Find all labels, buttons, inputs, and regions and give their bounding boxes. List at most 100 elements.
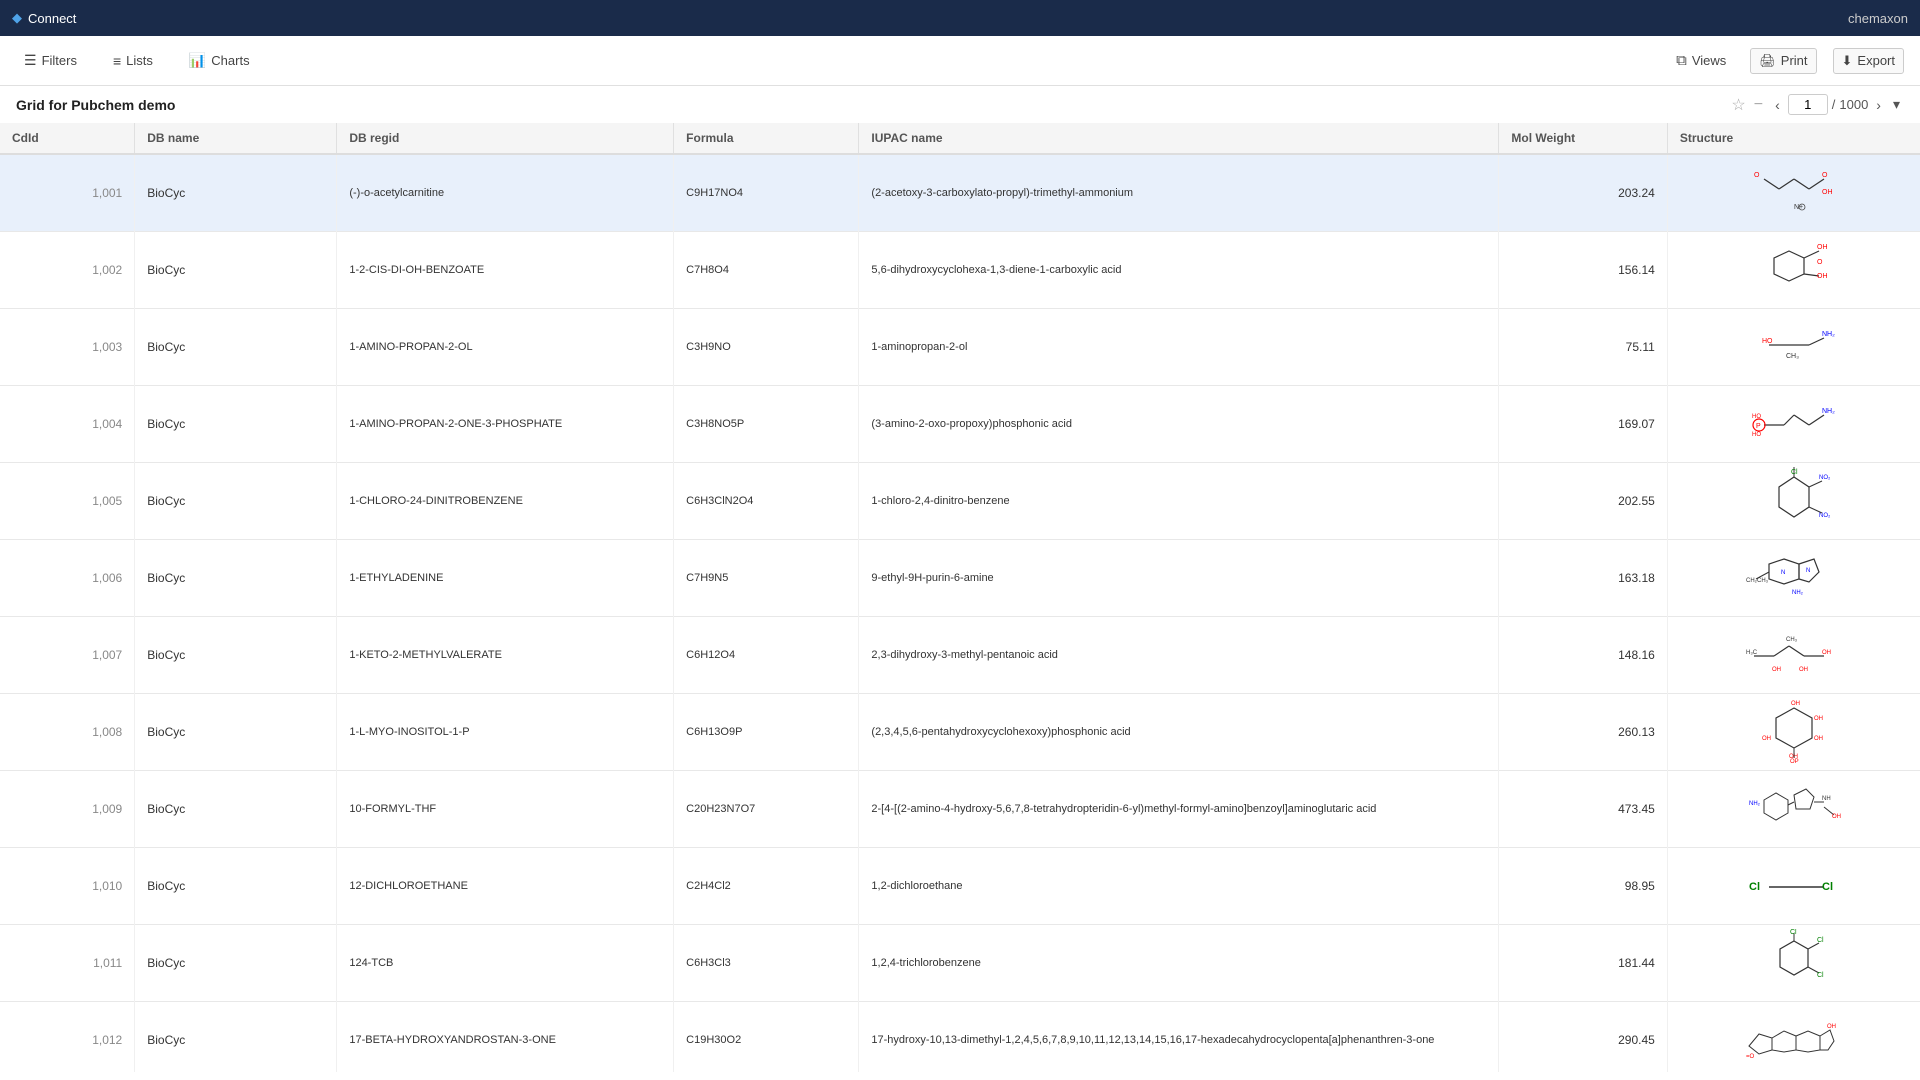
- print-button[interactable]: 🖨 Print: [1750, 48, 1816, 74]
- cell-molweight: 169.07: [1499, 386, 1667, 463]
- svg-text:O: O: [1822, 172, 1828, 179]
- app-name: Connect: [28, 11, 76, 26]
- svg-text:O: O: [1754, 172, 1760, 179]
- cell-dbregid: 1-CHLORO-24-DINITROBENZENE: [337, 463, 674, 540]
- svg-text:OH: OH: [1814, 736, 1823, 742]
- cell-structure: NH NH₂ OH: [1667, 771, 1920, 848]
- page-title: Grid for Pubchem demo: [16, 97, 175, 113]
- svg-text:NH: NH: [1822, 796, 1831, 802]
- page-dropdown-button[interactable]: ▾: [1889, 94, 1904, 115]
- table-row[interactable]: 1,006 BioCyc 1-ETHYLADENINE C7H9N5 9-eth…: [0, 540, 1920, 617]
- table-row[interactable]: 1,010 BioCyc 12-DICHLOROETHANE C2H4Cl2 1…: [0, 848, 1920, 925]
- favorite-button[interactable]: ☆: [1731, 95, 1745, 115]
- toolbar-right: ⧉ Views 🖨 Print ⬇ Export: [1668, 48, 1904, 74]
- cell-iupac: 2-[4-[(2-amino-4-hydroxy-5,6,7,8-tetrahy…: [859, 771, 1499, 848]
- cell-formula: C6H13O9P: [674, 694, 859, 771]
- cell-dbregid: 124-TCB: [337, 925, 674, 1002]
- prev-page-button[interactable]: ‹: [1771, 95, 1784, 115]
- table-row[interactable]: 1,008 BioCyc 1-L-MYO-INOSITOL-1-P C6H13O…: [0, 694, 1920, 771]
- export-button[interactable]: ⬇ Export: [1833, 48, 1904, 74]
- table-row[interactable]: 1,003 BioCyc 1-AMINO-PROPAN-2-OL C3H9NO …: [0, 309, 1920, 386]
- cell-molweight: 473.45: [1499, 771, 1667, 848]
- cell-dbregid: 1-ETHYLADENINE: [337, 540, 674, 617]
- cell-formula: C6H12O4: [674, 617, 859, 694]
- cell-dbname: BioCyc: [135, 309, 337, 386]
- table-row[interactable]: 1,007 BioCyc 1-KETO-2-METHYLVALERATE C6H…: [0, 617, 1920, 694]
- svg-text:Cl: Cl: [1822, 881, 1833, 893]
- list-icon: ≡: [113, 53, 121, 69]
- cell-formula: C19H30O2: [674, 1002, 859, 1073]
- svg-text:NH₂: NH₂: [1792, 590, 1804, 596]
- cell-dbregid: 1-KETO-2-METHYLVALERATE: [337, 617, 674, 694]
- filters-button[interactable]: ☰ Filters: [16, 48, 85, 73]
- cell-structure: H₃C CH₃ OH OH OH: [1667, 617, 1920, 694]
- collapse-button[interactable]: −: [1754, 96, 1763, 114]
- cell-cdid: 1,010: [0, 848, 135, 925]
- cell-structure: N N NH₂ CH₂CH₃: [1667, 540, 1920, 617]
- svg-text:OH: OH: [1822, 650, 1831, 656]
- lists-label: Lists: [126, 53, 153, 68]
- topbar-left: Connect: [12, 10, 76, 26]
- col-cdid: CdId: [0, 123, 135, 154]
- cell-formula: C7H8O4: [674, 232, 859, 309]
- svg-text:HO: HO: [1762, 338, 1773, 345]
- topbar-user: chemaxon: [1848, 11, 1908, 26]
- svg-text:OH: OH: [1832, 814, 1841, 820]
- svg-text:OH: OH: [1817, 244, 1828, 251]
- export-icon: ⬇: [1842, 53, 1853, 69]
- cell-formula: C20H23N7O7: [674, 771, 859, 848]
- svg-text:HO: HO: [1752, 432, 1761, 438]
- svg-text:N: N: [1781, 570, 1785, 576]
- views-icon: ⧉: [1676, 52, 1687, 69]
- cell-cdid: 1,012: [0, 1002, 135, 1073]
- svg-text:OH: OH: [1762, 736, 1771, 742]
- cell-formula: C3H8NO5P: [674, 386, 859, 463]
- cell-iupac: 1,2,4-trichlorobenzene: [859, 925, 1499, 1002]
- cell-cdid: 1,006: [0, 540, 135, 617]
- table-row[interactable]: 1,004 BioCyc 1-AMINO-PROPAN-2-ONE-3-PHOS…: [0, 386, 1920, 463]
- svg-text:OH: OH: [1822, 189, 1833, 196]
- table-row[interactable]: 1,012 BioCyc 17-BETA-HYDROXYANDROSTAN-3-…: [0, 1002, 1920, 1073]
- print-label: Print: [1781, 53, 1808, 68]
- svg-text:NH₂: NH₂: [1749, 801, 1761, 807]
- cell-iupac: 2,3-dihydroxy-3-methyl-pentanoic acid: [859, 617, 1499, 694]
- page-number-input[interactable]: [1788, 94, 1828, 115]
- lists-button[interactable]: ≡ Lists: [105, 49, 161, 73]
- cell-formula: C2H4Cl2: [674, 848, 859, 925]
- next-page-button[interactable]: ›: [1872, 95, 1885, 115]
- svg-text:OH: OH: [1799, 667, 1808, 673]
- cell-dbname: BioCyc: [135, 617, 337, 694]
- svg-text:Cl: Cl: [1817, 972, 1824, 979]
- cell-cdid: 1,007: [0, 617, 135, 694]
- cell-iupac: 17-hydroxy-10,13-dimethyl-1,2,4,5,6,7,8,…: [859, 1002, 1499, 1073]
- charts-button[interactable]: 📊 Charts: [181, 48, 258, 73]
- cell-structure: Cl NO₂ NO₂: [1667, 463, 1920, 540]
- cell-cdid: 1,001: [0, 154, 135, 232]
- col-molweight: Mol Weight: [1499, 123, 1667, 154]
- cell-structure: Cl Cl Cl: [1667, 925, 1920, 1002]
- table-row[interactable]: 1,002 BioCyc 1-2-CIS-DI-OH-BENZOATE C7H8…: [0, 232, 1920, 309]
- export-label: Export: [1857, 53, 1895, 68]
- cell-dbregid: 1-L-MYO-INOSITOL-1-P: [337, 694, 674, 771]
- table-container: CdId DB name DB regid Formula IUPAC name…: [0, 123, 1920, 1072]
- svg-text:=O: =O: [1746, 1054, 1755, 1060]
- table-header: CdId DB name DB regid Formula IUPAC name…: [0, 123, 1920, 154]
- svg-text:Cl: Cl: [1791, 469, 1798, 476]
- cell-structure: OH =O: [1667, 1002, 1920, 1073]
- table-row[interactable]: 1,009 BioCyc 10-FORMYL-THF C20H23N7O7 2-…: [0, 771, 1920, 848]
- cell-iupac: 1-chloro-2,4-dinitro-benzene: [859, 463, 1499, 540]
- hamburger-icon: ☰: [24, 52, 37, 69]
- connect-icon: [12, 10, 22, 26]
- cell-dbname: BioCyc: [135, 694, 337, 771]
- svg-text:OH: OH: [1814, 716, 1823, 722]
- cell-molweight: 260.13: [1499, 694, 1667, 771]
- table-row[interactable]: 1,005 BioCyc 1-CHLORO-24-DINITROBENZENE …: [0, 463, 1920, 540]
- views-button[interactable]: ⧉ Views: [1668, 48, 1734, 73]
- cell-formula: C7H9N5: [674, 540, 859, 617]
- cell-molweight: 98.95: [1499, 848, 1667, 925]
- cell-structure: P HO HO NH₂: [1667, 386, 1920, 463]
- table-row[interactable]: 1,011 BioCyc 124-TCB C6H3Cl3 1,2,4-trich…: [0, 925, 1920, 1002]
- table-row[interactable]: 1,001 BioCyc (-)-o-acetylcarnitine C9H17…: [0, 154, 1920, 232]
- cell-dbregid: 12-DICHLOROETHANE: [337, 848, 674, 925]
- toolbar: ☰ Filters ≡ Lists 📊 Charts ⧉ Views 🖨 Pri…: [0, 36, 1920, 86]
